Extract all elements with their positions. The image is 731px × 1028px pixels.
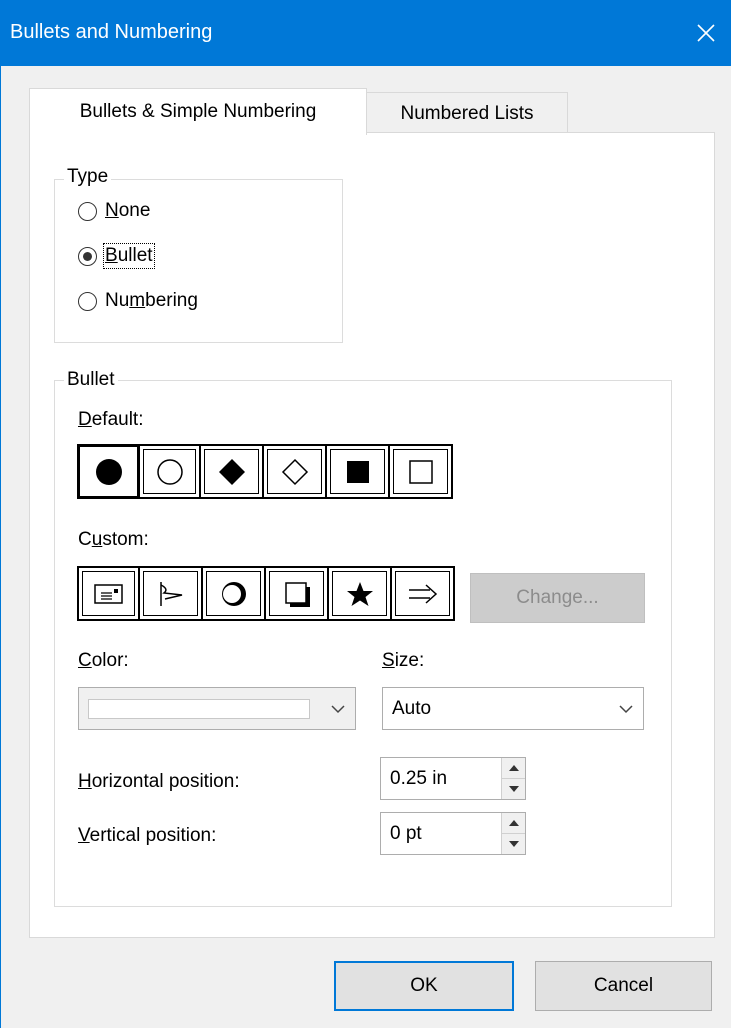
- radio-label-numbering: Numbering: [105, 290, 198, 311]
- tab-label: Bullets & Simple Numbering: [79, 101, 317, 122]
- radio-label-none: None: [105, 200, 151, 221]
- spin-down-button[interactable]: [502, 833, 525, 854]
- chevron-down-icon: [609, 704, 643, 714]
- close-icon: [697, 24, 715, 42]
- custom-label: Custom:: [78, 529, 149, 550]
- size-label: Size:: [382, 650, 425, 671]
- change-button[interactable]: Change...: [470, 573, 645, 623]
- bullet-option-document[interactable]: [77, 566, 140, 621]
- title-bar: Bullets and Numbering: [0, 0, 731, 66]
- triangle-up-icon: [508, 820, 519, 826]
- color-dropdown[interactable]: [78, 687, 356, 730]
- bullet-option-filled-circle[interactable]: [77, 444, 140, 499]
- radio-numbering[interactable]: Numbering: [78, 290, 198, 312]
- type-group-title: Type: [64, 166, 112, 188]
- bullet-option-filled-diamond[interactable]: [201, 444, 264, 499]
- radio-button-bullet[interactable]: [78, 246, 97, 266]
- radio-bullet[interactable]: Bullet: [78, 243, 155, 269]
- bullet-option-star[interactable]: [329, 566, 392, 621]
- window-border: [0, 66, 1, 1028]
- ok-button[interactable]: OK: [334, 961, 514, 1011]
- bullet-option-hollow-circle[interactable]: [138, 444, 201, 499]
- color-label: Color:: [78, 650, 129, 671]
- radio-button-numbering[interactable]: [78, 291, 97, 311]
- color-swatch: [88, 698, 310, 719]
- bullet-option-shadow-square[interactable]: [266, 566, 329, 621]
- size-value: Auto: [392, 697, 432, 719]
- tab-bullets-simple-numbering[interactable]: Bullets & Simple Numbering: [29, 88, 367, 135]
- bullet-option-crescent-circle[interactable]: [203, 566, 266, 621]
- bullet-option-hollow-diamond[interactable]: [264, 444, 327, 499]
- dialog-title: Bullets and Numbering: [10, 21, 213, 43]
- default-label: Default:: [78, 409, 144, 430]
- bullet-option-flag[interactable]: [140, 566, 203, 621]
- radio-button-none[interactable]: [78, 201, 97, 221]
- tab-panel: Type None Bullet Numbering Bullet Defaul…: [29, 132, 715, 938]
- close-button[interactable]: [681, 0, 731, 66]
- tab-numbered-lists[interactable]: Numbered Lists: [366, 92, 568, 134]
- chevron-down-icon: [321, 704, 355, 714]
- default-bullets-row: [77, 444, 453, 499]
- triangle-up-icon: [508, 765, 519, 771]
- filled-circle-icon: [95, 458, 122, 485]
- size-dropdown[interactable]: Auto: [382, 687, 644, 730]
- bullet-group-title: Bullet: [64, 369, 118, 391]
- bullet-option-hollow-square[interactable]: [390, 444, 453, 499]
- radio-none[interactable]: None: [78, 200, 150, 222]
- horizontal-position-input[interactable]: 0.25 in: [381, 758, 501, 799]
- cancel-button[interactable]: Cancel: [535, 961, 712, 1011]
- vertical-position-label: Vertical position:: [78, 825, 217, 846]
- horizontal-position-spinner[interactable]: 0.25 in: [380, 757, 526, 800]
- triangle-down-icon: [508, 786, 519, 792]
- vertical-position-input[interactable]: 0 pt: [381, 813, 501, 854]
- triangle-down-icon: [508, 841, 519, 847]
- spin-down-button[interactable]: [502, 778, 525, 799]
- vertical-position-spinner[interactable]: 0 pt: [380, 812, 526, 855]
- tab-label: Numbered Lists: [400, 102, 534, 124]
- custom-bullets-row: [77, 566, 455, 621]
- bullet-option-double-arrow[interactable]: [392, 566, 455, 621]
- spin-up-button[interactable]: [502, 758, 525, 778]
- horizontal-position-label: Horizontal position:: [78, 771, 240, 792]
- bullet-option-filled-square[interactable]: [327, 444, 390, 499]
- radio-label-bullet: Bullet: [103, 243, 155, 269]
- spin-up-button[interactable]: [502, 813, 525, 833]
